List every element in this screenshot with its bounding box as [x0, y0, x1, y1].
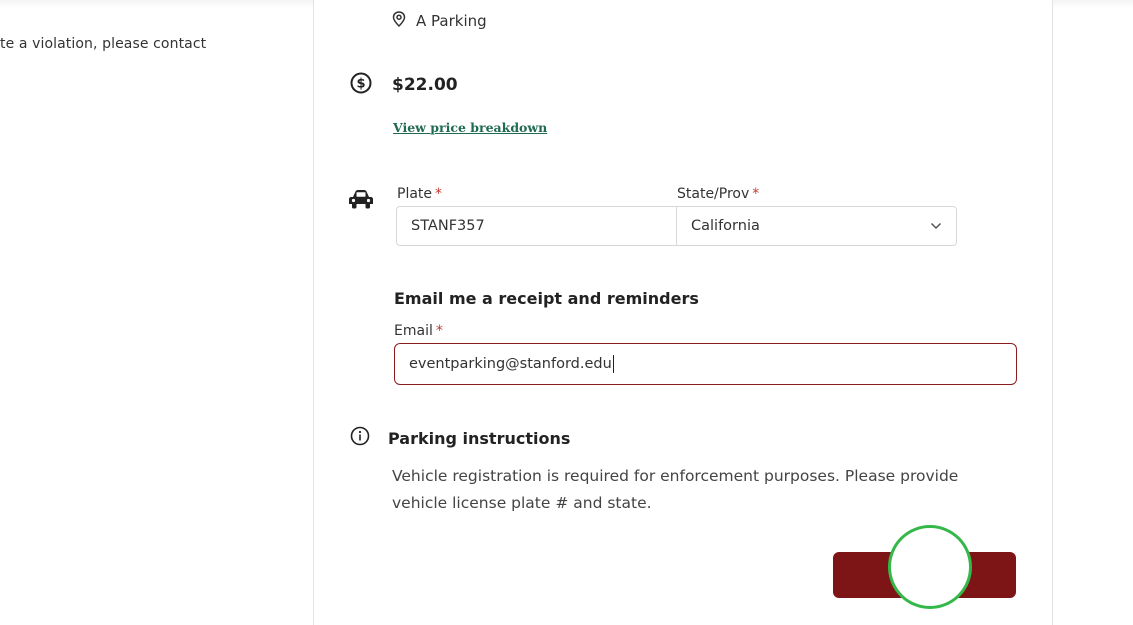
chevron-down-icon	[930, 218, 942, 234]
email-value: eventparking@stanford.edu	[409, 356, 612, 372]
state-select[interactable]: California	[676, 206, 957, 246]
location-label: A Parking	[416, 12, 487, 30]
plate-input[interactable]: STANF357	[396, 206, 676, 246]
required-asterisk: *	[435, 186, 443, 202]
email-field[interactable]: eventparking@stanford.edu	[394, 343, 1017, 385]
violation-contact-text: te a violation, please contact	[0, 36, 207, 52]
checkout-panel: A Parking $ $22.00 View price breakdown …	[313, 0, 1053, 625]
required-asterisk: *	[435, 323, 443, 339]
parking-instructions-title: Parking instructions	[388, 428, 571, 448]
plate-label-text: Plate	[397, 186, 433, 202]
info-icon	[350, 426, 370, 450]
text-caret	[612, 355, 614, 373]
email-heading: Email me a receipt and reminders	[394, 289, 699, 308]
svg-text:$: $	[356, 77, 365, 92]
parking-instructions-header: Parking instructions	[350, 426, 570, 450]
plate-label: Plate *	[397, 186, 442, 202]
plate-value: STANF357	[411, 218, 485, 234]
view-price-breakdown-link[interactable]: View price breakdown	[393, 120, 547, 135]
required-asterisk: *	[752, 186, 760, 202]
map-pin-icon	[392, 11, 406, 31]
state-label: State/Prov *	[677, 186, 759, 202]
price-amount: $22.00	[392, 75, 458, 95]
location-row: A Parking	[392, 11, 487, 31]
email-label: Email *	[394, 323, 443, 339]
parking-instructions-text: Vehicle registration is required for enf…	[392, 467, 959, 512]
state-label-text: State/Prov	[677, 186, 750, 202]
dollar-circle-icon: $	[350, 72, 372, 98]
email-label-text: Email	[394, 323, 433, 339]
state-value: California	[691, 218, 760, 234]
price-row: $ $22.00	[350, 72, 458, 98]
click-indicator	[888, 525, 972, 609]
car-icon	[348, 189, 374, 213]
